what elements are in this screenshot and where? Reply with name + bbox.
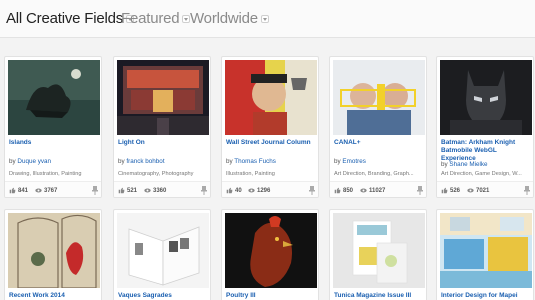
project-card[interactable]: Interior Design for Mapei [436,209,534,300]
views-count: 3767 [35,187,57,194]
views-value: 7021 [476,187,490,194]
pin-icon[interactable] [309,186,315,195]
project-title[interactable]: Recent Work 2014 [9,292,101,300]
eye-icon [35,188,42,193]
creative-fields-dropdown[interactable]: All Creative Fields [6,10,135,27]
author-link[interactable]: Shane Mielke [449,161,487,168]
project-title[interactable]: Wall Street Journal Column [226,139,318,147]
by-label: by [9,158,16,165]
project-card[interactable]: Vaques Sagrades [113,209,211,300]
project-fields: Cinematography, Photography [118,171,194,177]
likes-value: 850 [343,187,354,194]
location-dropdown[interactable]: Worldwide [190,10,269,27]
sort-label: Featured [121,10,180,27]
views-value: 3767 [44,187,58,194]
project-stats: 521 3360 [114,181,210,197]
likes-value: 40 [235,187,242,194]
project-fields: Art Direction, Branding, Graph... [334,171,414,177]
project-card[interactable]: Poultry III [221,209,319,300]
project-fields: Art Direction, Game Design, W... [441,171,522,177]
project-byline: by Duque yvan [9,158,101,165]
project-card[interactable]: Batman: Arkham Knight Batmobile WebGL Ex… [436,56,534,198]
project-thumbnail[interactable] [440,213,532,288]
likes-value: 526 [450,187,461,194]
by-label: by [118,158,125,165]
project-card[interactable]: Light On by franck bohbot Cinematography… [113,56,211,198]
project-thumbnail[interactable] [117,213,209,288]
filter-bar: All Creative Fields Featured Worldwide [0,0,535,38]
pin-icon[interactable] [417,186,423,195]
views-count: 7021 [467,187,489,194]
by-label: by [226,158,233,165]
eye-icon [467,188,474,193]
pin-icon[interactable] [92,186,98,195]
project-thumbnail[interactable] [225,213,317,288]
pin-icon[interactable] [524,186,530,195]
project-thumbnail[interactable] [225,60,317,135]
project-title[interactable]: Tunica Magazine Issue III [334,292,426,300]
project-stats: 841 3767 [5,181,101,197]
project-card[interactable]: Islands by Duque yvan Drawing, Illustrat… [4,56,102,198]
views-count: 3360 [144,187,166,194]
sort-dropdown[interactable]: Featured [121,10,191,27]
author-link[interactable]: franck bohbot [126,158,164,165]
chevron-down-icon [260,14,269,23]
author-link[interactable]: Duque yvan [17,158,51,165]
author-link[interactable]: Emotres [342,158,365,165]
likes-count: 40 [226,187,242,194]
project-thumbnail[interactable] [8,60,100,135]
views-count: 1296 [248,187,270,194]
project-stats: 40 1296 [222,181,318,197]
project-title[interactable]: Vaques Sagrades [118,292,210,300]
project-thumbnail[interactable] [8,213,100,288]
likes-value: 841 [18,187,29,194]
project-thumbnail[interactable] [333,60,425,135]
project-card[interactable]: Wall Street Journal Column by Thomas Fuc… [221,56,319,198]
thumbs-up-icon [441,187,448,194]
thumbs-up-icon [226,187,233,194]
location-label: Worldwide [190,10,258,27]
likes-count: 526 [441,187,460,194]
project-byline: by franck bohbot [118,158,210,165]
project-byline: by Shane Mielke [441,161,533,168]
by-label: by [441,161,448,168]
eye-icon [144,188,151,193]
eye-icon [360,188,367,193]
project-fields: Illustration, Painting [226,171,275,177]
thumbs-up-icon [118,187,125,194]
pin-icon[interactable] [201,186,207,195]
eye-icon [248,188,255,193]
project-title[interactable]: Interior Design for Mapei [441,292,533,300]
views-value: 3360 [153,187,167,194]
project-byline: by Emotres [334,158,426,165]
project-byline: by Thomas Fuchs [226,158,318,165]
project-thumbnail[interactable] [333,213,425,288]
likes-value: 521 [127,187,138,194]
by-label: by [334,158,341,165]
thumbs-up-icon [9,187,16,194]
project-card[interactable]: Recent Work 2014 [4,209,102,300]
views-count: 11027 [360,187,385,194]
project-card[interactable]: CANAL+ by Emotres Art Direction, Brandin… [329,56,427,198]
project-thumbnail[interactable] [117,60,209,135]
project-title[interactable]: Islands [9,139,101,147]
project-title[interactable]: Poultry III [226,292,318,300]
project-title[interactable]: CANAL+ [334,139,426,147]
creative-fields-label: All Creative Fields [6,10,124,27]
project-card[interactable]: Tunica Magazine Issue III [329,209,427,300]
thumbs-up-icon [334,187,341,194]
project-stats: 850 11027 [330,181,426,197]
project-thumbnail[interactable] [440,60,532,135]
likes-count: 521 [118,187,137,194]
views-value: 1296 [257,187,271,194]
author-link[interactable]: Thomas Fuchs [234,158,276,165]
likes-count: 850 [334,187,353,194]
views-value: 11027 [369,187,386,194]
project-stats: 526 7021 [437,181,533,197]
project-title[interactable]: Light On [118,139,210,147]
project-fields: Drawing, Illustration, Painting [9,171,82,177]
likes-count: 841 [9,187,28,194]
project-title[interactable]: Batman: Arkham Knight Batmobile WebGL Ex… [441,139,533,163]
